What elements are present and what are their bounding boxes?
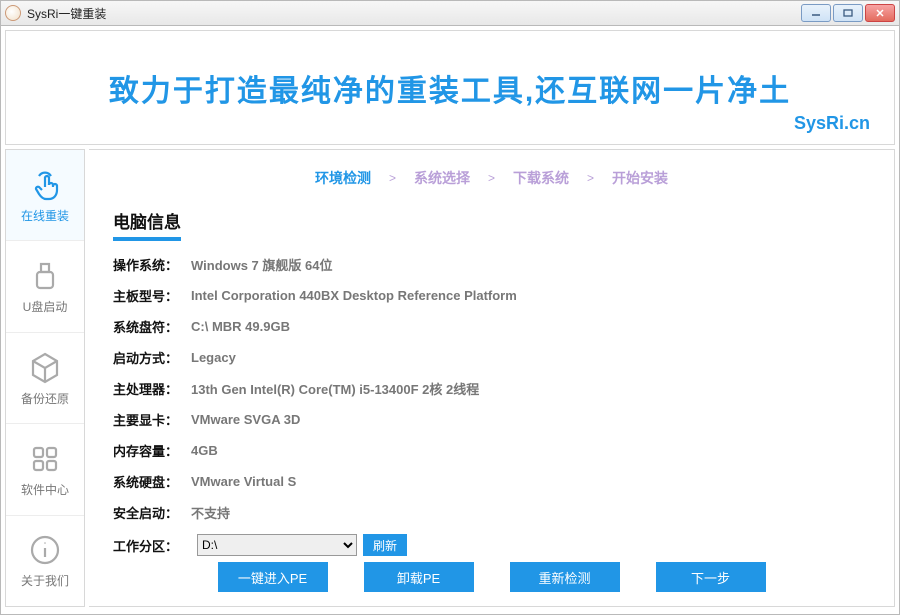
unload-pe-button[interactable]: 卸载PE	[364, 562, 474, 592]
recheck-button[interactable]: 重新检测	[510, 562, 620, 592]
info-label: 系统硬盘：	[113, 472, 191, 491]
sidebar-item-label: 关于我们	[21, 572, 69, 589]
info-label: 安全启动：	[113, 503, 191, 522]
info-label: 主处理器：	[113, 379, 191, 398]
sidebar-item-usb-boot[interactable]: U盘启动	[6, 241, 84, 332]
maximize-button[interactable]	[833, 4, 863, 22]
info-row-boot-mode: 启动方式： Legacy	[113, 348, 870, 367]
info-value: Legacy	[191, 350, 236, 365]
partition-select[interactable]: D:\	[197, 534, 357, 556]
info-row-gpu: 主要显卡： VMware SVGA 3D	[113, 410, 870, 429]
info-value: Intel Corporation 440BX Desktop Referenc…	[191, 288, 517, 303]
sidebar-item-online-reinstall[interactable]: 在线重装	[6, 150, 84, 241]
titlebar: SysRi一键重装	[0, 0, 900, 26]
grid-icon	[27, 441, 63, 477]
banner-headline: 致力于打造最纯净的重装工具,还互联网一片净土	[109, 66, 791, 110]
box-icon	[27, 350, 63, 386]
sidebar-item-label: 备份还原	[21, 390, 69, 407]
section-underline	[113, 237, 181, 241]
minimize-button[interactable]	[801, 4, 831, 22]
step-install[interactable]: 开始安装	[612, 168, 668, 188]
info-label: 内存容量：	[113, 441, 191, 460]
info-label: 主要显卡：	[113, 410, 191, 429]
info-label: 工作分区：	[113, 536, 191, 555]
section-title: 电脑信息	[113, 208, 870, 233]
info-row-secure-boot: 安全启动： 不支持	[113, 503, 870, 522]
info-row-os: 操作系统： Windows 7 旗舰版 64位	[113, 255, 870, 274]
sidebar-item-label: 在线重装	[21, 207, 69, 224]
sidebar-item-label: 软件中心	[21, 481, 69, 498]
info-row-motherboard: 主板型号： Intel Corporation 440BX Desktop Re…	[113, 286, 870, 305]
info-label: 主板型号：	[113, 286, 191, 305]
info-value: 不支持	[191, 503, 230, 522]
step-system-select[interactable]: 系统选择	[414, 168, 470, 188]
sidebar-item-backup-restore[interactable]: 备份还原	[6, 333, 84, 424]
close-button[interactable]	[865, 4, 895, 22]
sidebar-item-about[interactable]: 关于我们	[6, 516, 84, 606]
sidebar: 在线重装 U盘启动 备份还原	[5, 149, 85, 607]
info-label: 系统盘符：	[113, 317, 191, 336]
info-label: 操作系统：	[113, 255, 191, 274]
info-value: 4GB	[191, 443, 218, 458]
chevron-right-icon: >	[488, 171, 495, 185]
window-title: SysRi一键重装	[27, 5, 801, 22]
step-bar: 环境检测 > 系统选择 > 下载系统 > 开始安装	[113, 168, 870, 188]
step-env-check[interactable]: 环境检测	[315, 168, 371, 188]
app-icon	[5, 5, 21, 21]
info-label: 启动方式：	[113, 348, 191, 367]
banner: 致力于打造最纯净的重装工具,还互联网一片净土 SysRi.cn	[5, 30, 895, 145]
chevron-right-icon: >	[389, 171, 396, 185]
info-row-work-partition: 工作分区： D:\ 刷新	[113, 534, 870, 556]
chevron-right-icon: >	[587, 171, 594, 185]
banner-sub: SysRi.cn	[794, 113, 870, 134]
next-button[interactable]: 下一步	[656, 562, 766, 592]
info-value: VMware SVGA 3D	[191, 412, 300, 427]
enter-pe-button[interactable]: 一键进入PE	[218, 562, 328, 592]
info-row-cpu: 主处理器： 13th Gen Intel(R) Core(TM) i5-1340…	[113, 379, 870, 398]
info-icon	[27, 532, 63, 568]
window-controls	[801, 4, 895, 22]
bottom-button-bar: 一键进入PE 卸载PE 重新检测 下一步	[89, 562, 894, 592]
usb-icon	[27, 258, 63, 294]
step-download[interactable]: 下载系统	[513, 168, 569, 188]
sidebar-item-label: U盘启动	[23, 298, 68, 315]
hand-tap-icon	[27, 167, 63, 203]
info-row-memory: 内存容量： 4GB	[113, 441, 870, 460]
info-value: Windows 7 旗舰版 64位	[191, 255, 332, 274]
info-value: 13th Gen Intel(R) Core(TM) i5-13400F 2核 …	[191, 379, 479, 398]
info-row-system-disk: 系统盘符： C:\ MBR 49.9GB	[113, 317, 870, 336]
sidebar-item-software-center[interactable]: 软件中心	[6, 424, 84, 515]
info-value: C:\ MBR 49.9GB	[191, 319, 290, 334]
main-panel: 环境检测 > 系统选择 > 下载系统 > 开始安装 电脑信息 操作系统： Win…	[89, 149, 895, 607]
info-row-hdd: 系统硬盘： VMware Virtual S	[113, 472, 870, 491]
info-value: VMware Virtual S	[191, 474, 296, 489]
refresh-button[interactable]: 刷新	[363, 534, 407, 556]
